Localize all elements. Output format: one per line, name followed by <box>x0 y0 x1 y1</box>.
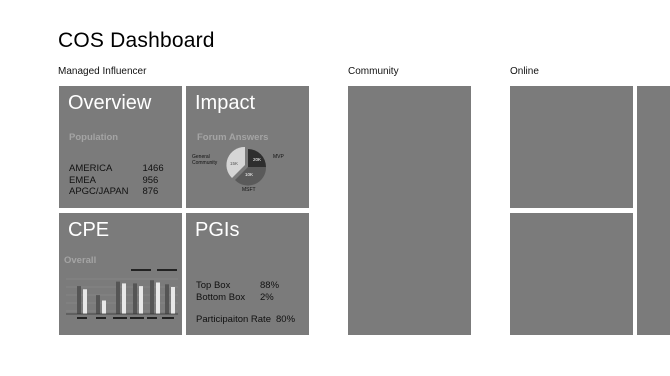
cpe-bar <box>171 287 175 314</box>
overview-tile[interactable]: Overview Population AMERICA 1466 EMEA 95… <box>59 86 182 208</box>
pie-value-general-community: 15K <box>230 161 238 166</box>
region-value: 956 <box>142 174 159 186</box>
table-row: AMERICA 1466 <box>69 163 164 175</box>
pgis-tile-title: PGIs <box>195 219 240 241</box>
community-tile[interactable] <box>348 86 471 335</box>
cpe-bar-chart <box>66 269 178 319</box>
pgi-row: Top Box 88% <box>196 280 279 291</box>
cpe-bar <box>139 286 143 314</box>
forum-answers-pie-chart: 20K 10K 15K MVP MSFT General Community <box>192 146 285 193</box>
pgi-row: Participaiton Rate 80% <box>196 314 295 325</box>
cpe-bar <box>165 284 169 314</box>
pie-value-mvp: 20K <box>253 157 261 162</box>
legend-mark <box>157 269 177 271</box>
online-tile-bottom[interactable] <box>510 213 633 335</box>
population-table: AMERICA 1466 EMEA 956 APGC/JAPAN 876 <box>69 163 164 198</box>
impact-tile[interactable]: Impact Forum Answers 20K 10K 15K MVP MSF… <box>186 86 309 208</box>
cpe-tile[interactable]: CPE Overall <box>59 213 182 335</box>
pgi-label: Top Box <box>196 280 231 291</box>
legend-marks <box>131 269 177 271</box>
pie-label-general-community: General Community <box>192 154 218 166</box>
group-label-managed-influencer: Managed Influencer <box>58 66 147 77</box>
pgi-row: Bottom Box 2% <box>196 292 274 303</box>
x-tick-mark <box>77 317 87 319</box>
pgi-label: Participaiton Rate <box>196 314 271 325</box>
region-name: AMERICA <box>69 163 113 174</box>
cpe-bar <box>102 300 106 314</box>
population-label: Population <box>69 132 119 143</box>
table-row: EMEA 956 <box>69 175 164 187</box>
cpe-bar <box>150 280 154 314</box>
x-tick-mark <box>147 317 157 319</box>
overview-tile-title: Overview <box>68 92 152 114</box>
pie-label-mvp: MVP <box>273 154 285 160</box>
pie-label-msft: MSFT <box>242 187 256 193</box>
cpe-bar <box>156 282 160 314</box>
x-tick-mark <box>113 317 127 319</box>
pie-label-general-community-text: Community <box>192 160 218 166</box>
region-value: 1466 <box>142 163 164 174</box>
cpe-bar <box>83 289 87 314</box>
cpe-bars <box>77 280 175 314</box>
x-tick-mark <box>130 317 144 319</box>
x-tick-mark <box>162 317 174 319</box>
cpe-bar <box>77 286 81 314</box>
page-title: COS Dashboard <box>58 29 215 52</box>
x-tick-mark <box>96 317 106 319</box>
group-label-community: Community <box>348 66 399 77</box>
cpe-bar <box>133 283 137 314</box>
pgi-value: 80% <box>276 314 296 325</box>
region-value: 876 <box>142 186 159 197</box>
online-tile-partial[interactable] <box>637 86 670 335</box>
pgi-value: 88% <box>260 280 280 291</box>
online-tile-top[interactable] <box>510 86 633 208</box>
region-name: EMEA <box>69 174 96 186</box>
table-row: APGC/JAPAN 876 <box>69 186 164 198</box>
group-label-online: Online <box>510 66 539 77</box>
x-tick-marks <box>77 317 174 319</box>
pie-value-msft: 10K <box>245 172 253 177</box>
region-name: APGC/JAPAN <box>69 186 129 197</box>
legend-mark <box>131 269 151 271</box>
cpe-bar <box>116 281 120 314</box>
cpe-bar <box>122 283 126 314</box>
cpe-bar <box>96 295 100 314</box>
pgis-tile[interactable]: PGIs Top Box 88% Bottom Box 2% Participa… <box>186 213 309 335</box>
pgi-label: Bottom Box <box>196 292 246 303</box>
pgi-value: 2% <box>260 292 274 303</box>
